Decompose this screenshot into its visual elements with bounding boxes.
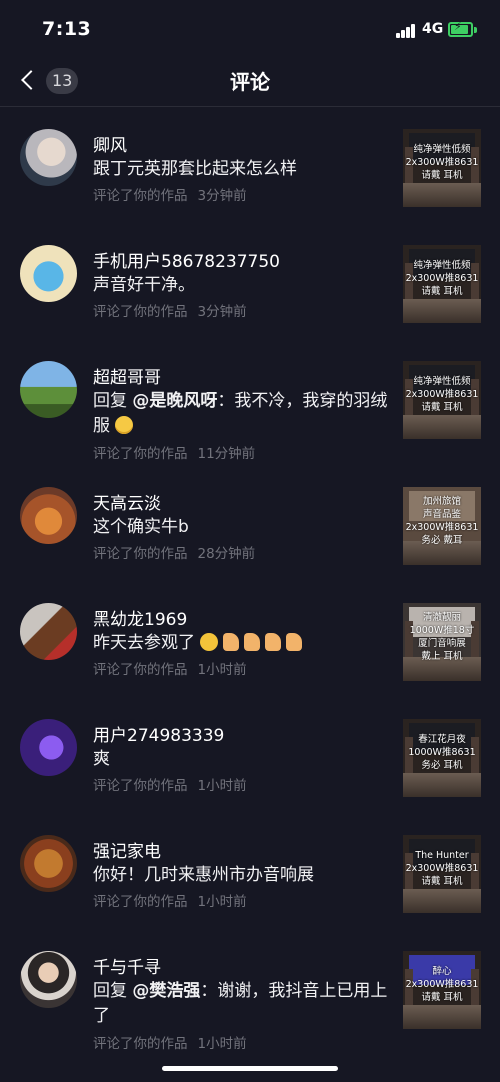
comment-action: 评论了你的作品: [93, 894, 188, 910]
avatar[interactable]: [20, 835, 77, 892]
comment-body: 昨天去参观了: [93, 633, 195, 653]
thumbnail-caption: 纯净弹性低频 2x300W推8631 请戴 耳机: [405, 376, 479, 413]
comment-item[interactable]: 强记家电 你好！几时来惠州市办音响展 评论了你的作品 1小时前 The Hunte…: [0, 813, 500, 929]
comment-author[interactable]: 超超哥哥: [93, 363, 161, 388]
signal-icon: [396, 22, 416, 38]
mention-link[interactable]: @樊浩强: [132, 981, 200, 1001]
status-bar: 7:13 4G ⚡: [0, 0, 500, 60]
home-indicator[interactable]: [162, 1066, 338, 1071]
comment-meta: 评论了你的作品 1小时前: [93, 774, 247, 794]
avatar[interactable]: [20, 719, 77, 776]
avatar[interactable]: [20, 245, 77, 302]
comment-item[interactable]: 天高云淡 这个确实牛b 评论了你的作品 28分钟前 加州旅馆 声音品鉴 2x300W推…: [0, 465, 500, 581]
comment-text: 回复 @樊浩强：谢谢，我抖音上已用上了: [93, 979, 388, 1029]
comment-time: 28分钟前: [197, 546, 256, 562]
comment-time: 1小时前: [197, 662, 247, 678]
comment-item[interactable]: 千与千寻 回复 @樊浩强：谢谢，我抖音上已用上了 评论了你的作品 1小时前 醉心 2…: [0, 929, 500, 1069]
thumbnail-caption: 加州旅馆 声音品鉴 2x300W推8631 务必 戴耳: [405, 496, 479, 546]
comment-action: 评论了你的作品: [93, 546, 188, 562]
video-thumbnail[interactable]: The Hunter 2x300W推8631 请戴 耳机: [403, 835, 481, 913]
comment-item[interactable]: 卿风 跟丁元英那套比起来怎么样 评论了你的作品 3分钟前 纯净弹性低频 2x300W…: [0, 107, 500, 223]
comment-author[interactable]: 卿风: [93, 131, 127, 156]
comment-meta: 评论了你的作品 28分钟前: [93, 542, 255, 562]
comment-time: 1小时前: [197, 1036, 247, 1052]
comment-meta: 评论了你的作品 1小时前: [93, 890, 247, 910]
comment-text: 爽: [93, 749, 110, 769]
thumbnail-caption: 春江花月夜 1000W推8631 务必 耳机: [408, 734, 476, 771]
thumbnail-caption: 醉心 2x300W推8631 请戴 耳机: [405, 966, 479, 1003]
avatar[interactable]: [20, 487, 77, 544]
smile-emoji-icon: [115, 416, 134, 434]
video-thumbnail[interactable]: 纯净弹性低频 2x300W推8631 请戴 耳机: [403, 245, 481, 323]
comment-item[interactable]: 手机用户58678237750 声音好干净。 评论了你的作品 3分钟前 纯净弹性低…: [0, 223, 500, 339]
comment-author[interactable]: 千与千寻: [93, 953, 161, 978]
comment-action: 评论了你的作品: [93, 304, 188, 320]
comment-time: 1小时前: [197, 894, 247, 910]
comment-meta: 评论了你的作品 1小时前: [93, 1032, 247, 1052]
comment-author[interactable]: 黑幼龙1969: [93, 605, 187, 630]
network-type: 4G: [422, 21, 444, 37]
video-thumbnail[interactable]: 纯净弹性低频 2x300W推8631 请戴 耳机: [403, 361, 481, 439]
thinking-emoji-icon: [200, 633, 219, 651]
video-thumbnail[interactable]: 醉心 2x300W推8631 请戴 耳机: [403, 951, 481, 1029]
thumbs-up-emoji-icon: [244, 633, 261, 651]
nav-bar: 13 评论: [0, 60, 500, 107]
video-thumbnail[interactable]: 加州旅馆 声音品鉴 2x300W推8631 务必 戴耳: [403, 487, 481, 565]
comment-text: 这个确实牛b: [93, 517, 189, 537]
comment-author[interactable]: 强记家电: [93, 837, 161, 862]
comment-text: 声音好干净。: [93, 275, 195, 295]
comment-action: 评论了你的作品: [93, 446, 188, 462]
comment-text: 跟丁元英那套比起来怎么样: [93, 159, 297, 179]
comment-item[interactable]: 黑幼龙1969 昨天去参观了 评论了你的作品 1小时前 清澈靓丽 1000W推18寸…: [0, 581, 500, 697]
comment-author[interactable]: 手机用户58678237750: [93, 247, 280, 272]
comment-time: 3分钟前: [197, 304, 247, 320]
comment-time: 1小时前: [197, 778, 247, 794]
page-title: 评论: [230, 70, 270, 94]
thumbs-up-emoji-icon: [286, 633, 303, 651]
battery-tip: [474, 27, 477, 33]
thumbnail-caption: 纯净弹性低频 2x300W推8631 请戴 耳机: [405, 260, 479, 297]
comment-action: 评论了你的作品: [93, 778, 188, 794]
thumbnail-caption: 清澈靓丽 1000W推18寸 厦门音响展 戴上 耳机: [409, 612, 475, 662]
thumbs-up-emoji-icon: [223, 633, 240, 651]
reply-prefix: 回复: [93, 981, 127, 1001]
comment-item[interactable]: 用户274983339 爽 评论了你的作品 1小时前 春江花月夜 1000W推863…: [0, 697, 500, 813]
video-thumbnail[interactable]: 春江花月夜 1000W推8631 务必 耳机: [403, 719, 481, 797]
comment-meta: 评论了你的作品 3分钟前: [93, 300, 247, 320]
comment-time: 3分钟前: [197, 188, 247, 204]
status-time: 7:13: [42, 18, 92, 40]
comment-text: 你好！几时来惠州市办音响展: [93, 865, 314, 885]
comment-meta: 评论了你的作品 11分钟前: [93, 442, 255, 462]
avatar[interactable]: [20, 603, 77, 660]
comment-time: 11分钟前: [197, 446, 256, 462]
thumbnail-caption: 纯净弹性低频 2x300W推8631 请戴 耳机: [405, 144, 479, 181]
comment-item[interactable]: 超超哥哥 回复 @是晚风呀：我不冷，我穿的羽绒服 评论了你的作品 11分钟前 纯净…: [0, 339, 500, 462]
comment-meta: 评论了你的作品 3分钟前: [93, 184, 247, 204]
comment-author[interactable]: 天高云淡: [93, 489, 161, 514]
comment-meta: 评论了你的作品 1小时前: [93, 658, 247, 678]
comment-text: 回复 @是晚风呀：我不冷，我穿的羽绒服: [93, 389, 388, 439]
comment-action: 评论了你的作品: [93, 188, 188, 204]
reply-prefix: 回复: [93, 391, 127, 411]
thumbnail-caption: The Hunter 2x300W推8631 请戴 耳机: [405, 850, 479, 887]
avatar[interactable]: [20, 951, 77, 1008]
mention-link[interactable]: @是晚风呀: [132, 391, 217, 411]
video-thumbnail[interactable]: 纯净弹性低频 2x300W推8631 请戴 耳机: [403, 129, 481, 207]
comment-action: 评论了你的作品: [93, 1036, 188, 1052]
thumbs-up-emoji-icon: [265, 633, 282, 651]
comment-author[interactable]: 用户274983339: [93, 721, 224, 746]
avatar[interactable]: [20, 361, 77, 418]
avatar[interactable]: [20, 129, 77, 186]
comment-text: 昨天去参观了: [93, 631, 388, 656]
video-thumbnail[interactable]: 清澈靓丽 1000W推18寸 厦门音响展 戴上 耳机: [403, 603, 481, 681]
comment-action: 评论了你的作品: [93, 662, 188, 678]
battery-icon: ⚡: [448, 20, 473, 37]
